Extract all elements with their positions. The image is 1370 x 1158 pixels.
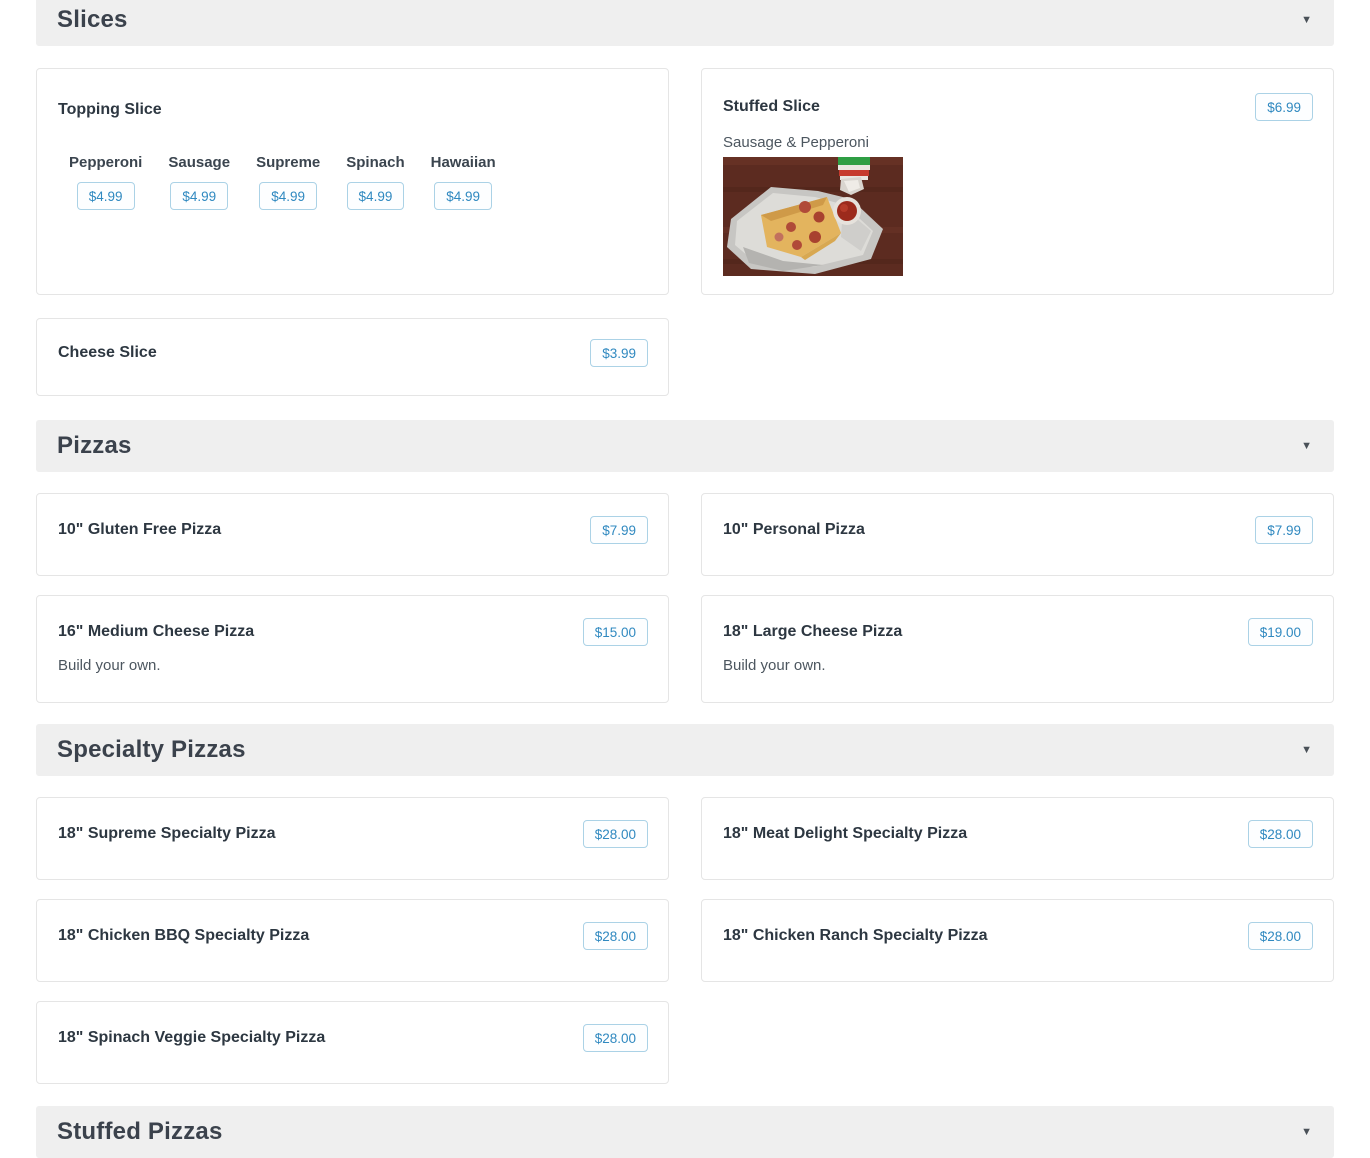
item-name: 18" Spinach Veggie Specialty Pizza <box>58 1029 326 1046</box>
variant-option: Sausage $4.99 <box>168 154 230 210</box>
price-button[interactable]: $3.99 <box>590 339 648 367</box>
item-name: 10" Personal Pizza <box>723 521 865 538</box>
menu-item-card: 18" Spinach Veggie Specialty Pizza $28.0… <box>36 1001 669 1084</box>
stuffed-slice-photo <box>723 157 903 276</box>
menu-page: Slices ▼ Topping Slice Pepperoni $4.99 S… <box>36 0 1334 1158</box>
item-name: Cheese Slice <box>58 344 157 361</box>
section-header-specialty-pizzas[interactable]: Specialty Pizzas ▼ <box>36 724 1334 776</box>
menu-item-card: 18" Meat Delight Specialty Pizza $28.00 <box>701 797 1334 880</box>
price-button[interactable]: $7.99 <box>1255 516 1313 544</box>
variant-label: Sausage <box>168 154 231 171</box>
price-button[interactable]: $19.00 <box>1247 618 1313 646</box>
item-description: Build your own. <box>723 657 826 674</box>
item-description: Build your own. <box>58 657 161 674</box>
chevron-down-icon[interactable]: ▼ <box>1301 440 1312 452</box>
variant-option: Spinach $4.99 <box>346 154 405 210</box>
price-button[interactable]: $7.99 <box>590 516 648 544</box>
chevron-down-icon[interactable]: ▼ <box>1301 744 1312 756</box>
section-title: Slices <box>57 6 128 33</box>
item-name: Stuffed Slice <box>723 98 820 115</box>
menu-item-card: 18" Large Cheese Pizza $19.00 Build your… <box>701 595 1334 703</box>
variant-option: Pepperoni $4.99 <box>69 154 142 210</box>
section-header-slices[interactable]: Slices ▼ <box>36 0 1334 46</box>
item-name: 18" Large Cheese Pizza <box>723 623 903 640</box>
section-header-pizzas[interactable]: Pizzas ▼ <box>36 420 1334 472</box>
menu-item-card-topping-slice: Topping Slice Pepperoni $4.99 Sausage $4… <box>36 68 669 295</box>
section-header-stuffed-pizzas[interactable]: Stuffed Pizzas ▼ <box>36 1106 1334 1158</box>
menu-item-card-cheese-slice: Cheese Slice $3.99 <box>36 318 669 396</box>
item-description: Sausage & Pepperoni <box>723 134 869 151</box>
item-name: 10" Gluten Free Pizza <box>58 521 222 538</box>
menu-item-card: 10" Personal Pizza $7.99 <box>701 493 1334 576</box>
price-button[interactable]: $4.99 <box>170 182 229 210</box>
item-name: 18" Chicken Ranch Specialty Pizza <box>723 927 988 944</box>
price-button[interactable]: $4.99 <box>76 182 135 210</box>
price-button[interactable]: $4.99 <box>434 182 493 210</box>
section-title: Specialty Pizzas <box>57 736 246 763</box>
price-button[interactable]: $6.99 <box>1255 93 1313 121</box>
item-name: Topping Slice <box>58 101 162 118</box>
item-name: 16" Medium Cheese Pizza <box>58 623 255 640</box>
variant-option: Supreme $4.99 <box>256 154 320 210</box>
section-title: Stuffed Pizzas <box>57 1118 223 1145</box>
variant-list: Pepperoni $4.99 Sausage $4.99 Supreme $4… <box>37 154 668 210</box>
chevron-down-icon[interactable]: ▼ <box>1301 1126 1312 1138</box>
menu-item-card-stuffed-slice: Stuffed Slice $6.99 Sausage & Pepperoni <box>701 68 1334 295</box>
price-button[interactable]: $15.00 <box>582 618 648 646</box>
variant-label: Supreme <box>256 154 321 171</box>
variant-label: Pepperoni <box>69 154 143 171</box>
price-button[interactable]: $28.00 <box>582 1024 648 1052</box>
item-name: 18" Meat Delight Specialty Pizza <box>723 825 968 842</box>
price-button[interactable]: $28.00 <box>1247 922 1313 950</box>
price-button[interactable]: $28.00 <box>582 820 648 848</box>
price-button[interactable]: $28.00 <box>1247 820 1313 848</box>
menu-item-card: 16" Medium Cheese Pizza $15.00 Build you… <box>36 595 669 703</box>
section-title: Pizzas <box>57 432 132 459</box>
menu-item-card: 18" Chicken Ranch Specialty Pizza $28.00 <box>701 899 1334 982</box>
menu-item-card: 10" Gluten Free Pizza $7.99 <box>36 493 669 576</box>
variant-option: Hawaiian $4.99 <box>431 154 496 210</box>
price-button[interactable]: $28.00 <box>582 922 648 950</box>
variant-label: Hawaiian <box>430 154 496 171</box>
menu-item-card: 18" Supreme Specialty Pizza $28.00 <box>36 797 669 880</box>
price-button[interactable]: $4.99 <box>259 182 318 210</box>
price-button[interactable]: $4.99 <box>346 182 405 210</box>
item-name: 18" Chicken BBQ Specialty Pizza <box>58 927 310 944</box>
variant-label: Spinach <box>346 154 405 171</box>
menu-item-card: 18" Chicken BBQ Specialty Pizza $28.00 <box>36 899 669 982</box>
item-name: 18" Supreme Specialty Pizza <box>58 825 276 842</box>
chevron-down-icon[interactable]: ▼ <box>1301 14 1312 26</box>
